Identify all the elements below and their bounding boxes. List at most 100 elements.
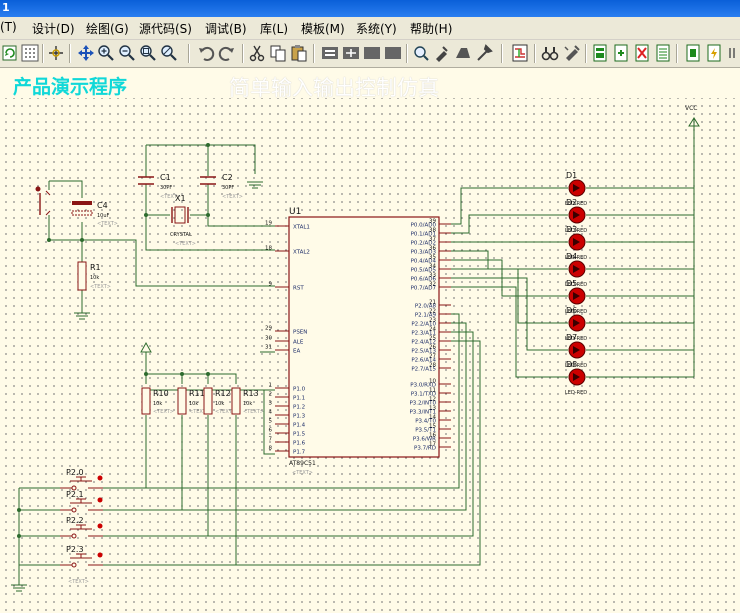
vcc-arrow-icon <box>140 341 152 353</box>
svg-text:<TEXT>: <TEXT> <box>175 241 196 247</box>
reset-button[interactable] <box>35 186 51 216</box>
u1-pin-name: P1.6 <box>293 441 306 447</box>
svg-text:CRYSTAL: CRYSTAL <box>170 232 192 238</box>
svg-text:R11: R11 <box>189 389 205 398</box>
led-ref: D7 <box>566 333 577 342</box>
u1-pin-name: ALE <box>293 340 304 346</box>
u1-pin-name: XTAL2 <box>293 250 310 256</box>
pushbutton-p2-2[interactable]: P2.2 <box>60 516 103 539</box>
svg-text:<TEXT>: <TEXT> <box>243 409 264 415</box>
button-actuator <box>70 524 92 530</box>
led-value: LED-RED <box>565 390 587 396</box>
u1-pin-number: 15 <box>429 424 436 430</box>
u1-pin-name: EA <box>293 349 300 355</box>
button-actuator <box>70 476 92 482</box>
u1-pin-name: P1.3 <box>293 414 306 420</box>
svg-text:10k: 10k <box>90 275 99 281</box>
button-array: P2.0 P2.1 P2.2 P2.3 <TEXT> <box>60 468 103 585</box>
u1-pin-name: PSEN <box>293 330 307 336</box>
button-text-tag: <TEXT> <box>68 579 89 585</box>
u1-pin-name: RST <box>293 286 304 292</box>
svg-text:10uF: 10uF <box>97 213 110 219</box>
u1-pin-name: P1.4 <box>293 423 306 429</box>
svg-text:<TEXT>: <TEXT> <box>97 221 118 227</box>
u1-pin-name: P1.7 <box>293 450 306 456</box>
u1-pin-number: 23 <box>429 318 436 324</box>
button-contact <box>71 533 77 539</box>
u1-pin-number: 34 <box>429 264 436 270</box>
u1-pin-number: 13 <box>429 406 436 412</box>
u1-pin-number: 26 <box>429 345 436 351</box>
led-ref: D5 <box>566 279 577 288</box>
svg-text:10k: 10k <box>153 401 162 407</box>
u1-pin-number: 35 <box>429 255 436 261</box>
u1-pin-number: 3 <box>269 401 273 407</box>
button-actuator <box>70 498 92 504</box>
u1-pin-number: 14 <box>429 415 436 421</box>
button-ref: P2.2 <box>66 516 84 525</box>
u1-pin-number: 32 <box>429 282 436 288</box>
pushbutton-p2-0[interactable]: P2.0 <box>60 468 103 491</box>
led-ref: D2 <box>566 198 577 207</box>
r13-resistor[interactable]: R13 10k <TEXT> <box>231 387 264 415</box>
u1-pin-number: 16 <box>429 433 436 439</box>
svg-text:<TEXT>: <TEXT> <box>153 409 174 415</box>
u1-pin-number: 24 <box>429 327 436 333</box>
u1-pin-name: XTAL1 <box>293 225 310 231</box>
button-actuator <box>70 553 92 559</box>
u1-pin-number: 21 <box>429 300 436 306</box>
svg-text:C4: C4 <box>97 201 108 210</box>
u1-part: AT89C51 <box>289 460 316 467</box>
pushbutton-p2-3[interactable]: P2.3 <TEXT> <box>60 545 103 585</box>
u1-pin-name: P1.5 <box>293 432 306 438</box>
u1-pin-number: 29 <box>265 326 272 332</box>
u1-pin-number: 18 <box>265 246 272 252</box>
led-ref: D1 <box>566 171 577 180</box>
u1-pin-number: 36 <box>429 246 436 252</box>
led-ref: D3 <box>566 225 577 234</box>
u1-pin-number: 1 <box>269 383 273 389</box>
button-indicator <box>97 475 103 481</box>
svg-text:VCC: VCC <box>685 105 697 112</box>
u1-pin-number: 22 <box>429 309 436 315</box>
button-indicator <box>97 523 103 529</box>
u1-pin-number: 33 <box>429 273 436 279</box>
u1-text-tag: <TEXT> <box>292 470 313 476</box>
pushbutton-p2-1[interactable]: P2.1 <box>60 490 103 513</box>
u1-pin-number: 30 <box>265 336 272 342</box>
button-indicator <box>97 552 103 558</box>
u1-pin-number: 17 <box>429 442 436 448</box>
r1-resistor[interactable]: R1 10k <TEXT> <box>77 261 111 291</box>
svg-text:10k: 10k <box>189 401 198 407</box>
u1-pin-name: P1.2 <box>293 405 305 411</box>
button-ref: P2.3 <box>66 545 84 554</box>
u1-pin-number: 11 <box>429 388 436 394</box>
svg-text:10k: 10k <box>215 401 224 407</box>
svg-text:10k: 10k <box>243 401 252 407</box>
u1-pin-number: 12 <box>429 397 436 403</box>
u1-pin-number: 7 <box>269 437 273 443</box>
led-ref: D4 <box>566 252 577 261</box>
led-ref: D8 <box>566 360 577 369</box>
svg-text:X1: X1 <box>175 194 186 203</box>
c4-capacitor[interactable]: C4 10uF <TEXT> <box>71 201 118 227</box>
c2-capacitor[interactable]: C2 30PF <TEXT> <box>200 173 243 200</box>
u1-pin-number: 25 <box>429 336 436 342</box>
led-array: D1LED-REDD2LED-REDD3LED-REDD4LED-REDD5LE… <box>565 171 587 396</box>
u1-pin-number: 8 <box>269 446 273 452</box>
u1-pin-number: 4 <box>269 410 273 416</box>
svg-text:R12: R12 <box>215 389 231 398</box>
svg-text:<TEXT>: <TEXT> <box>90 284 111 290</box>
r10-resistor[interactable]: R10 10k <TEXT> <box>141 387 174 415</box>
svg-text:R13: R13 <box>243 389 259 398</box>
u1-pin-number: 10 <box>429 379 436 385</box>
ground-icon <box>247 181 263 189</box>
x1-crystal[interactable]: X1 CRYSTAL <TEXT> <box>170 194 196 247</box>
ground-icon <box>74 312 90 320</box>
u1-pin-number: 2 <box>269 392 273 398</box>
svg-text:C2: C2 <box>222 173 233 182</box>
r12-resistor[interactable]: R12 10k <TEXT> <box>203 387 236 415</box>
u1-pin-number: 31 <box>265 345 272 351</box>
vcc-symbol: VCC <box>685 105 700 127</box>
u1-pin-number: 27 <box>429 354 436 360</box>
